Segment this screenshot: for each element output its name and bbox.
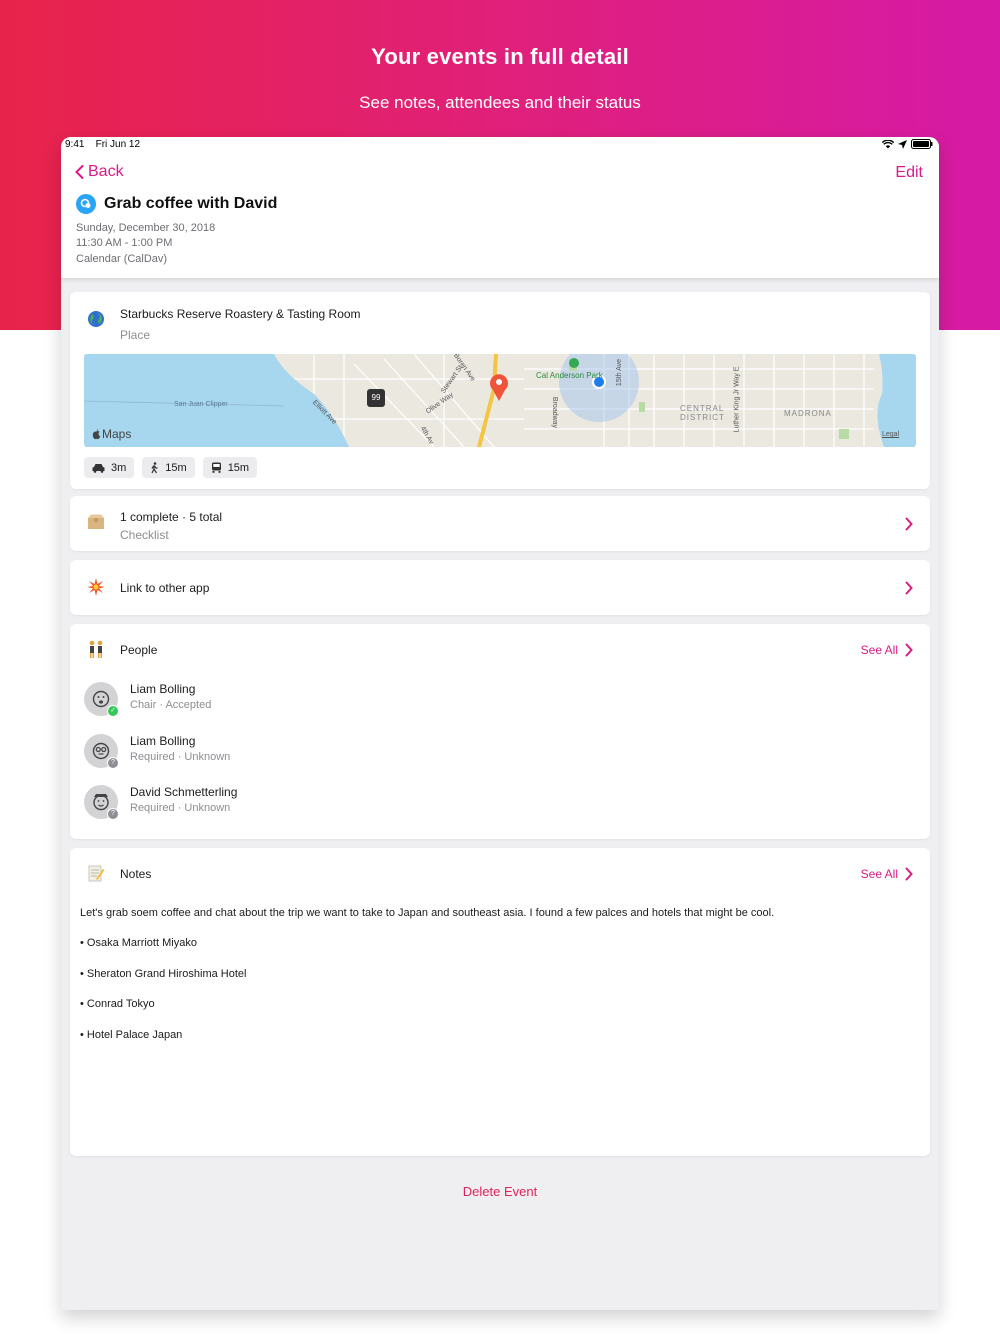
map-label-broadway: Broadway bbox=[551, 396, 559, 429]
notes-list-item: • Hotel Palace Japan bbox=[80, 1029, 183, 1041]
chevron-right-icon[interactable] bbox=[904, 867, 914, 881]
box-icon bbox=[86, 514, 106, 534]
edit-button[interactable]: Edit bbox=[895, 164, 923, 182]
calendar-event-icon bbox=[76, 194, 96, 214]
hero-title: Your events in full detail bbox=[371, 44, 629, 69]
person-row[interactable]: ? Liam Bolling Required · Unknown bbox=[84, 734, 484, 774]
map-label-clipper: San Juan Clipper bbox=[174, 401, 228, 408]
map-pin-icon[interactable] bbox=[486, 370, 512, 402]
notes-list-item: • Osaka Marriott Miyako bbox=[80, 937, 197, 949]
status-bar: 9:41 Fri Jun 12 bbox=[65, 139, 140, 153]
notes-label: Notes bbox=[120, 867, 152, 881]
apple-logo-icon bbox=[92, 428, 101, 439]
person-role: Required · Unknown bbox=[130, 751, 231, 763]
map-label-15th: 15th Ave bbox=[616, 358, 624, 387]
status-time: 9:41 bbox=[65, 139, 85, 150]
chevron-right-icon[interactable] bbox=[904, 581, 914, 595]
hero-subtitle: See notes, attendees and their status bbox=[359, 93, 641, 112]
delete-event-button[interactable]: Delete Event bbox=[61, 1184, 939, 1199]
map-label-district: DISTRICT bbox=[680, 413, 725, 422]
person-row[interactable]: ? David Schmetterling Required · Unknown bbox=[84, 785, 484, 825]
globe-icon bbox=[86, 310, 106, 330]
notes-body: Let's grab soem coffee and chat about th… bbox=[80, 907, 775, 919]
walk-icon bbox=[151, 461, 158, 473]
location-type: Place bbox=[120, 328, 151, 342]
location-card[interactable]: Starbucks Reserve Roastery & Tasting Roo… bbox=[70, 292, 930, 489]
person-role: Chair · Accepted bbox=[130, 699, 212, 711]
people-label: People bbox=[120, 643, 158, 657]
travel-walk-label: 15m bbox=[165, 461, 187, 474]
event-header: 9:41 Fri Jun 12 Back Edit Grab coffee wi… bbox=[61, 137, 939, 278]
travel-chip-walk[interactable]: 15m bbox=[142, 457, 195, 478]
event-time: 11:30 AM - 1:00 PM bbox=[76, 237, 173, 249]
map-label-park: Cal Anderson Park bbox=[536, 371, 603, 380]
notes-see-all-button[interactable]: See All bbox=[861, 867, 898, 881]
chevron-left-icon bbox=[75, 165, 84, 179]
people-see-all-button[interactable]: See All bbox=[861, 643, 898, 657]
travel-transit-label: 15m bbox=[227, 461, 250, 474]
event-title: Grab coffee with David bbox=[104, 195, 278, 212]
memo-icon bbox=[86, 864, 106, 884]
transit-icon bbox=[211, 462, 221, 473]
park-pin-icon bbox=[569, 358, 579, 368]
event-title-row: Grab coffee with David bbox=[76, 194, 277, 214]
event-calendar: Calendar (CalDav) bbox=[76, 253, 168, 265]
back-label: Back bbox=[88, 163, 124, 180]
travel-times: 3m 15m 15m bbox=[84, 457, 258, 478]
map-label-mlk: Luther King Jr Way E bbox=[733, 366, 741, 433]
event-date: Sunday, December 30, 2018 bbox=[76, 222, 216, 234]
device-screen: 9:41 Fri Jun 12 Back Edit Grab coffee wi… bbox=[61, 137, 939, 1310]
accepted-check-icon: ✓ bbox=[107, 705, 119, 717]
notes-list-item: • Sheraton Grand Hiroshima Hotel bbox=[80, 968, 247, 980]
people-icon bbox=[86, 640, 106, 660]
location-arrow-icon bbox=[898, 139, 907, 149]
status-date: Fri Jun 12 bbox=[95, 139, 141, 150]
person-name: Liam Bolling bbox=[130, 734, 196, 748]
people-card: People See All ✓ Liam Bolling Chair · Ac… bbox=[70, 624, 930, 839]
notes-card: Notes See All Let's grab soem coffee and… bbox=[70, 848, 930, 1156]
travel-chip-transit[interactable]: 15m bbox=[202, 457, 258, 478]
checklist-card[interactable]: 1 complete · 5 total Checklist bbox=[70, 496, 930, 551]
person-role: Required · Unknown bbox=[130, 802, 231, 814]
unknown-status-icon: ? bbox=[107, 808, 119, 820]
notes-list-item: • Conrad Tokyo bbox=[80, 998, 155, 1010]
maps-logo-text: Maps bbox=[102, 427, 132, 441]
person-name: Liam Bolling bbox=[130, 682, 196, 696]
travel-car-label: 3m bbox=[111, 461, 127, 474]
sparkle-burst-icon bbox=[86, 578, 106, 598]
car-icon bbox=[92, 463, 105, 473]
travel-chip-car[interactable]: 3m bbox=[84, 457, 135, 478]
person-name: David Schmetterling bbox=[130, 785, 238, 799]
map-label-central: CENTRAL bbox=[680, 404, 725, 413]
back-button[interactable]: Back bbox=[75, 163, 124, 181]
person-row[interactable]: ✓ Liam Bolling Chair · Accepted bbox=[84, 682, 484, 722]
chevron-right-icon[interactable] bbox=[904, 643, 914, 657]
location-map[interactable]: 99 Cal Anderson Park CENTRAL DISTRICT MA… bbox=[84, 354, 916, 447]
unknown-status-icon: ? bbox=[107, 757, 119, 769]
map-legal-link[interactable]: Legal bbox=[882, 431, 899, 438]
checklist-label: Checklist bbox=[120, 528, 169, 542]
wifi-icon bbox=[882, 139, 894, 148]
status-icons bbox=[882, 139, 933, 149]
highway-shield-icon: 99 bbox=[367, 389, 385, 407]
battery-icon bbox=[911, 139, 933, 149]
map-label-madrona: MADRONA bbox=[784, 409, 832, 418]
link-label: Link to other app bbox=[120, 581, 210, 595]
maps-logo: Maps bbox=[92, 427, 131, 441]
link-card[interactable]: Link to other app bbox=[70, 560, 930, 615]
location-name: Starbucks Reserve Roastery & Tasting Roo… bbox=[120, 307, 361, 321]
chevron-right-icon[interactable] bbox=[904, 517, 914, 531]
checklist-summary: 1 complete · 5 total bbox=[120, 510, 223, 524]
